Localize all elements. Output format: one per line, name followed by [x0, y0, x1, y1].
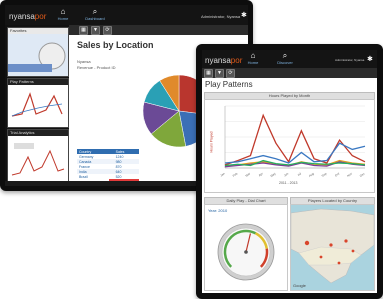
home-icon: ⌂	[60, 7, 66, 16]
side-thumb-label: Play Patterns	[8, 79, 68, 85]
hours-line-chart[interactable]: Jan Feb Mar Apr May Jun Jul Aug Sep Oct Nov Dec	[205, 100, 374, 192]
x-tick-label: Jan	[219, 171, 226, 177]
page-title: Play Patterns	[205, 80, 253, 89]
grid-view-button[interactable]: ▦	[79, 26, 88, 35]
side-thumb-trial-analytics[interactable]: Trial Analytics	[7, 129, 69, 183]
x-tick-label: Dec	[359, 171, 366, 178]
back-user-label: Administrator, Nyansa	[201, 14, 241, 19]
front-logo: nyansapor	[205, 56, 243, 65]
map-marker	[319, 255, 323, 259]
search-icon: ⌕	[92, 7, 98, 16]
thumb-linechart-icon	[11, 92, 63, 117]
map-marker	[344, 239, 348, 243]
x-tick-label: Nov	[346, 171, 353, 178]
x-tick-label: Sep	[321, 171, 328, 178]
front-toolbar: ▦ ▼ ⟳	[202, 68, 377, 78]
front-app-header: nyansapor ⌂ Home ⌕ Discover Administrato…	[202, 50, 377, 68]
search-icon: ⌕	[282, 51, 288, 60]
x-tick-label: Jul	[296, 171, 302, 177]
map-panel[interactable]: Google	[290, 204, 375, 291]
x-tick-label: Jun	[283, 171, 290, 177]
sales-table: Country Sales Germany 1240 Canada 980 France…	[77, 149, 139, 179]
detail-line-2: Revenue - Product ID	[77, 65, 116, 70]
gauge-hub	[244, 250, 248, 254]
detail-line-1: Nyansa	[77, 59, 91, 64]
back-nav-home[interactable]: ⌂ Home	[55, 7, 71, 22]
dial-gauge[interactable]	[205, 205, 287, 290]
thumb-gauge-icon	[8, 42, 66, 72]
page-title: Sales by Location	[77, 40, 154, 50]
map-marker	[329, 243, 333, 247]
back-sidebar: Favorites Play Patterns Trial Analytics	[5, 25, 69, 186]
line-chart-xlabel: 2011 - 2013	[279, 181, 298, 185]
x-tick-label: Feb	[232, 171, 239, 177]
filter-button[interactable]: ▼	[91, 26, 100, 35]
side-thumb-label: Trial Analytics	[8, 130, 68, 136]
x-tick-label: May	[270, 171, 277, 178]
x-tick-label: Mar	[244, 172, 251, 178]
map-marker	[304, 240, 310, 246]
x-tick-label: Aug	[308, 171, 315, 178]
refresh-button[interactable]: ⟳	[226, 69, 235, 78]
line-chart-ylabel: Hours Played	[209, 131, 214, 153]
front-tablet: nyansapor ⌂ Home ⌕ Discover Administrato…	[196, 44, 383, 299]
x-tick-label: Oct	[334, 171, 340, 177]
thumb-trial-icon	[11, 143, 65, 176]
back-app-header: nyansapor ⌂ Home ⌕ Dashboard Administrat…	[5, 5, 248, 25]
map-marker	[351, 249, 355, 253]
back-toolbar: ▦ ▼ ⟳	[69, 25, 248, 35]
front-nav-discover[interactable]: ⌕ Discover	[276, 51, 294, 66]
players-map	[291, 208, 374, 284]
filter-button[interactable]: ▼	[215, 69, 224, 78]
map-attribution: Google	[293, 283, 306, 288]
map-marker	[337, 261, 341, 265]
front-user-label: Administrator, Nyansa	[335, 58, 365, 62]
home-icon: ⌂	[250, 51, 256, 60]
front-settings-icon[interactable]: ✱	[367, 55, 373, 63]
gauge-value-label: Year: 2010	[208, 208, 228, 213]
side-thumb-favorites[interactable]: Favorites	[7, 27, 69, 77]
back-settings-icon[interactable]: ✱	[241, 11, 247, 19]
front-tablet-screen: nyansapor ⌂ Home ⌕ Discover Administrato…	[202, 50, 377, 293]
side-thumb-play-patterns[interactable]: Play Patterns	[7, 78, 69, 128]
back-logo: nyansapor	[9, 12, 47, 21]
line-chart-panel: Jan Feb Mar Apr May Jun Jul Aug Sep Oct Nov Dec Hou…	[204, 99, 375, 193]
x-tick-label: Apr	[258, 172, 264, 178]
gauge-panel: Year: 2010	[204, 204, 288, 291]
grid-view-button[interactable]: ▦	[204, 69, 213, 78]
back-nav-dashboard[interactable]: ⌕ Dashboard	[85, 7, 105, 22]
front-nav-home[interactable]: ⌂ Home	[246, 51, 260, 66]
refresh-button[interactable]: ⟳	[103, 26, 112, 35]
